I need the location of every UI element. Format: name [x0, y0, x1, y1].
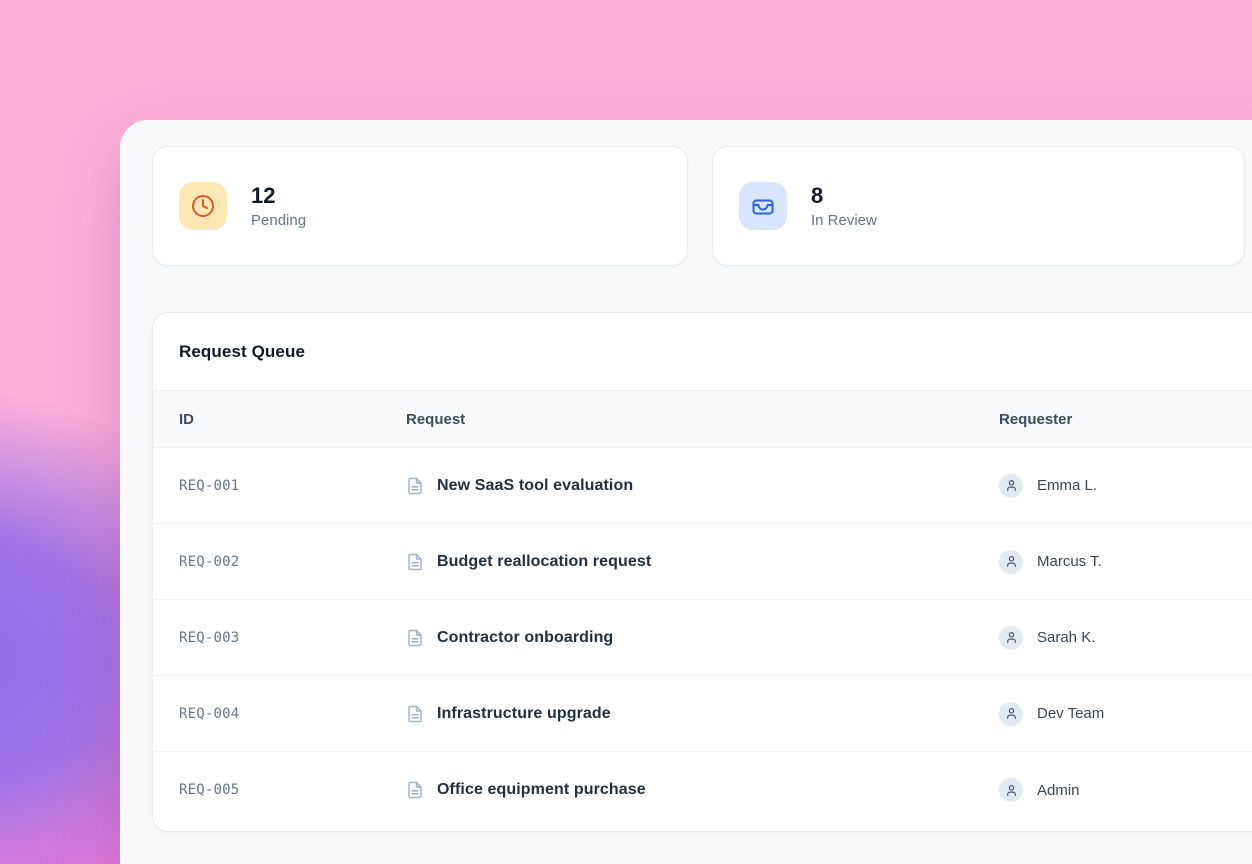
- request-cell: Budget reallocation request: [406, 553, 999, 571]
- request-cell: Office equipment purchase: [406, 781, 999, 799]
- user-icon: [1005, 784, 1018, 797]
- document-icon: [406, 629, 424, 647]
- document-icon: [406, 553, 424, 571]
- requester-cell: Marcus T.: [999, 550, 1252, 574]
- table-title: Request Queue: [179, 342, 305, 362]
- requester-cell: Emma L.: [999, 474, 1252, 498]
- avatar: [999, 702, 1023, 726]
- column-header-id: ID: [179, 411, 406, 428]
- avatar: [999, 778, 1023, 802]
- stat-label-pending: Pending: [251, 212, 306, 229]
- app-panel: 12 Pending 8 In Review Request Queue: [120, 120, 1252, 864]
- column-header-request: Request: [406, 411, 999, 428]
- stat-badge-pending: [179, 182, 227, 230]
- requester-cell: Dev Team: [999, 702, 1252, 726]
- table-column-headers: ID Request Requester: [153, 391, 1252, 448]
- stat-label-in-review: In Review: [811, 212, 877, 229]
- inbox-icon: [751, 194, 775, 218]
- requester-name: Emma L.: [1037, 477, 1097, 494]
- user-icon: [1005, 555, 1018, 568]
- requester-name: Admin: [1037, 782, 1080, 799]
- stats-row: 12 Pending 8 In Review: [152, 146, 1252, 266]
- request-cell: Contractor onboarding: [406, 629, 999, 647]
- stat-badge-in-review: [739, 182, 787, 230]
- table-row[interactable]: REQ-005 Office equipment purchase: [153, 752, 1252, 828]
- request-id: REQ-005: [179, 782, 406, 798]
- document-icon: [406, 477, 424, 495]
- stat-card-in-review: 8 In Review: [712, 146, 1245, 266]
- document-icon: [406, 781, 424, 799]
- request-title: Budget reallocation request: [437, 553, 651, 571]
- column-header-requester: Requester: [999, 411, 1252, 428]
- avatar: [999, 550, 1023, 574]
- request-title: Contractor onboarding: [437, 629, 613, 647]
- table-header: Request Queue: [153, 313, 1252, 391]
- requester-cell: Admin: [999, 778, 1252, 802]
- request-title: Infrastructure upgrade: [437, 705, 611, 723]
- table-body: REQ-001 New SaaS tool evaluation: [153, 448, 1252, 831]
- request-cell: Infrastructure upgrade: [406, 705, 999, 723]
- request-title: New SaaS tool evaluation: [437, 477, 633, 495]
- document-icon: [406, 705, 424, 723]
- request-id: REQ-002: [179, 554, 406, 570]
- requester-name: Marcus T.: [1037, 553, 1102, 570]
- request-id: REQ-003: [179, 630, 406, 646]
- request-cell: New SaaS tool evaluation: [406, 477, 999, 495]
- request-title: Office equipment purchase: [437, 781, 646, 799]
- stat-text: 12 Pending: [251, 183, 306, 228]
- avatar: [999, 474, 1023, 498]
- user-icon: [1005, 707, 1018, 720]
- user-icon: [1005, 631, 1018, 644]
- clock-icon: [191, 194, 215, 218]
- table-row[interactable]: REQ-001 New SaaS tool evaluation: [153, 448, 1252, 524]
- requester-name: Dev Team: [1037, 705, 1104, 722]
- avatar: [999, 626, 1023, 650]
- requester-name: Sarah K.: [1037, 629, 1095, 646]
- table-row[interactable]: REQ-002 Budget reallocation request: [153, 524, 1252, 600]
- request-queue-card: Request Queue ID Request Requester REQ-0…: [152, 312, 1252, 832]
- request-id: REQ-004: [179, 706, 406, 722]
- table-row[interactable]: REQ-004 Infrastructure upgrade: [153, 676, 1252, 752]
- stat-card-pending: 12 Pending: [152, 146, 688, 266]
- request-id: REQ-001: [179, 478, 406, 494]
- table-row[interactable]: REQ-003 Contractor onboarding: [153, 600, 1252, 676]
- user-icon: [1005, 479, 1018, 492]
- stat-value-in-review: 8: [811, 183, 877, 208]
- stat-value-pending: 12: [251, 183, 306, 208]
- stat-text: 8 In Review: [811, 183, 877, 228]
- requester-cell: Sarah K.: [999, 626, 1252, 650]
